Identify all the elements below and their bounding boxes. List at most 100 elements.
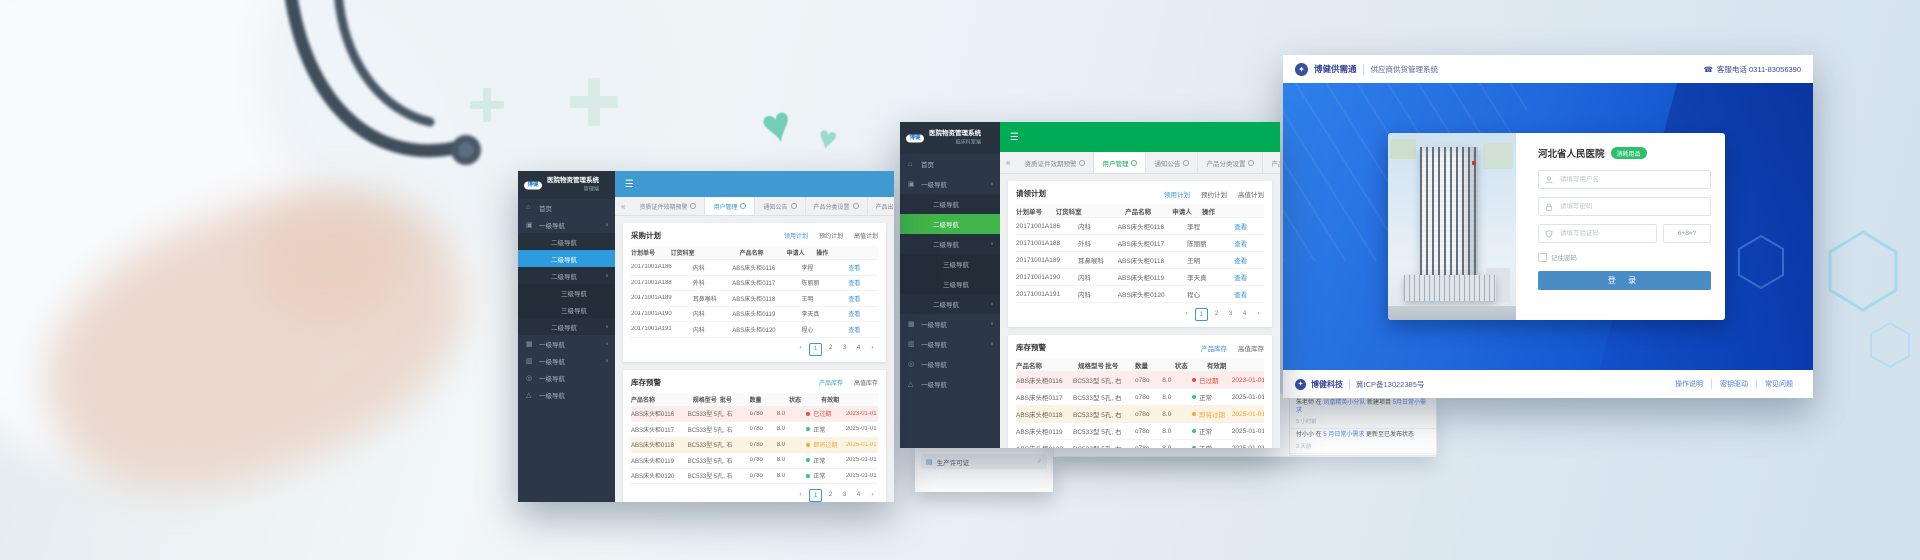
tab[interactable]: 产品出库 <box>868 197 894 215</box>
footer-link[interactable]: 密钥驱动 <box>1711 379 1756 389</box>
inventory-filter-link[interactable]: 产品库存 <box>819 378 843 387</box>
sidebar-item[interactable]: 二级导航 <box>518 233 615 250</box>
view-link[interactable]: 查看 <box>848 266 860 272</box>
stethoscope-icon <box>220 0 540 270</box>
page-button[interactable]: 3 <box>839 489 850 500</box>
view-link[interactable]: 查看 <box>1234 241 1247 248</box>
footer-link[interactable]: 操作说明 <box>1667 379 1711 389</box>
tab[interactable]: 产品分类设置 <box>806 197 868 215</box>
plan-filter-link[interactable]: 高值计划 <box>854 231 878 240</box>
login-button[interactable]: 登 录 <box>1538 271 1711 290</box>
username-input[interactable] <box>1558 175 1704 184</box>
view-link[interactable]: 查看 <box>848 297 860 303</box>
captcha-input[interactable] <box>1558 229 1650 238</box>
sidebar-item[interactable]: ◎ 一级导航 <box>518 369 615 386</box>
page-button[interactable]: 1 <box>1195 308 1208 321</box>
view-link[interactable]: 查看 <box>1234 258 1247 265</box>
view-link[interactable]: 查看 <box>1234 292 1247 299</box>
license-row[interactable]: ▤ 生产许可证 ✓ <box>921 454 1047 469</box>
page-button[interactable]: 1 <box>809 343 822 356</box>
menu-toggle-icon[interactable]: ☰ <box>625 179 634 190</box>
sidebar-item[interactable]: 三级导航 <box>900 254 1000 274</box>
plan-no: 20171001A191 <box>1016 291 1078 298</box>
page-button[interactable]: 1 <box>809 489 822 502</box>
app-subtitle: 管理端 <box>555 185 599 193</box>
page-button[interactable]: ‹ <box>1181 308 1192 319</box>
footer-link[interactable]: 常见问题 <box>1756 379 1801 389</box>
quantity: 8.0 <box>777 411 807 417</box>
tab[interactable]: 资质证件效期预警 <box>631 197 705 215</box>
collapse-tabs-icon[interactable]: « <box>615 197 631 215</box>
menu-icon: ⌂ <box>908 161 917 168</box>
sidebar-item[interactable]: ▥ 一级导航 ∨ <box>518 352 615 369</box>
sidebar-item[interactable]: △ 一级导航 <box>900 374 1000 394</box>
inventory-filter-link[interactable]: 高值库存 <box>1238 343 1264 353</box>
captcha-question[interactable]: 6+8=? <box>1663 224 1711 243</box>
page-button[interactable]: ‹ <box>795 343 806 354</box>
sidebar-item[interactable]: ◎ 一级导航 <box>900 354 1000 374</box>
view-link[interactable]: 查看 <box>848 328 860 334</box>
remember-password[interactable]: 记住密码 <box>1538 252 1711 262</box>
plan-filter-link[interactable]: 预约计划 <box>1201 189 1227 199</box>
sidebar-item[interactable]: ▣ 一级导航 ∧ <box>518 216 615 233</box>
sidebar-item[interactable]: 三级导航 <box>900 274 1000 294</box>
page-button[interactable]: 2 <box>1211 308 1222 319</box>
plan-filter-link[interactable]: 领用计划 <box>784 231 808 240</box>
plan-filter-link[interactable]: 预约计划 <box>819 231 843 240</box>
tab[interactable]: 通知公告 <box>755 197 805 215</box>
sidebar-item[interactable]: 二级导航 ∨ <box>518 318 615 335</box>
page-button[interactable]: › <box>1253 308 1264 319</box>
page-button[interactable]: 2 <box>825 343 836 354</box>
sidebar-item[interactable]: ▣ 一级导航 ∧ <box>900 174 1000 194</box>
sidebar-item[interactable]: 二级导航 ∧ <box>518 267 615 284</box>
plan-filter-link[interactable]: 高值计划 <box>1238 189 1264 199</box>
tab[interactable]: 通知公告 <box>1146 152 1198 173</box>
sidebar-item[interactable]: 二级导航 ∨ <box>900 294 1000 314</box>
sidebar-item[interactable]: 三级导航 <box>518 301 615 318</box>
sidebar-item[interactable]: 二级导航 <box>900 214 1000 234</box>
view-link[interactable]: 查看 <box>1234 224 1247 231</box>
inventory-filter-link[interactable]: 高值库存 <box>854 378 878 387</box>
expiry-date: 2025-01-01 <box>1232 445 1264 449</box>
page-button[interactable]: 4 <box>1239 308 1250 319</box>
view-link[interactable]: 查看 <box>848 312 860 318</box>
view-link[interactable]: 查看 <box>1234 275 1247 282</box>
collapse-tabs-icon[interactable]: « <box>1000 152 1016 173</box>
tab[interactable]: 用户管理 <box>1094 152 1146 173</box>
sidebar-item[interactable]: 二级导航 ∧ <box>900 234 1000 254</box>
page-button[interactable]: 4 <box>853 343 864 354</box>
sidebar-item[interactable]: 二级导航 <box>518 250 615 267</box>
sidebar-item[interactable]: 三级导航 <box>518 284 615 301</box>
page-button[interactable]: › <box>867 489 878 500</box>
sidebar-item[interactable]: 二级导航 <box>900 194 1000 214</box>
page-button[interactable]: 4 <box>853 489 864 500</box>
page-button[interactable]: 2 <box>825 489 836 500</box>
sidebar-item[interactable]: ▥ 一级导航 ∨ <box>900 334 1000 354</box>
captcha-field[interactable] <box>1538 224 1657 243</box>
page-button[interactable]: › <box>867 343 878 354</box>
spec: BC533型 5孔, 右 <box>1073 392 1135 402</box>
tab[interactable]: 产品出库 <box>1263 152 1280 173</box>
username-field[interactable] <box>1538 170 1711 189</box>
sidebar-item[interactable]: ⌂ 首页 <box>518 199 615 216</box>
tab[interactable]: 用户管理 <box>705 197 755 215</box>
sidebar-item[interactable]: △ 一级导航 <box>518 386 615 403</box>
view-link[interactable]: 查看 <box>848 281 860 287</box>
sidebar-item[interactable]: ⌂ 首页 <box>900 154 1000 174</box>
page-button[interactable]: 3 <box>839 343 850 354</box>
inventory-filter-link[interactable]: 产品库存 <box>1201 343 1227 353</box>
remember-checkbox[interactable] <box>1538 253 1547 262</box>
sidebar-item[interactable]: ▦ 一级导航 ∨ <box>900 314 1000 334</box>
spec: BC533型 5孔, 右 <box>688 409 750 418</box>
tab[interactable]: 产品分类设置 <box>1198 152 1263 173</box>
password-field[interactable] <box>1538 197 1711 216</box>
password-input[interactable] <box>1558 202 1704 211</box>
sidebar: 博健 医院物资管理系统 临床科室端 ⌂ 首页 ▣ 一级导航 ∧ 二级导航 <box>900 122 1000 448</box>
plan-filter-link[interactable]: 领用计划 <box>1164 189 1190 199</box>
product: ABS床头柜0119 <box>631 456 688 465</box>
tab[interactable]: 资质证件效期预警 <box>1016 152 1094 173</box>
page-button[interactable]: 3 <box>1225 308 1236 319</box>
menu-toggle-icon[interactable]: ☰ <box>1010 132 1019 143</box>
sidebar-item[interactable]: ▦ 一级导航 ∨ <box>518 335 615 352</box>
page-button[interactable]: ‹ <box>795 489 806 500</box>
